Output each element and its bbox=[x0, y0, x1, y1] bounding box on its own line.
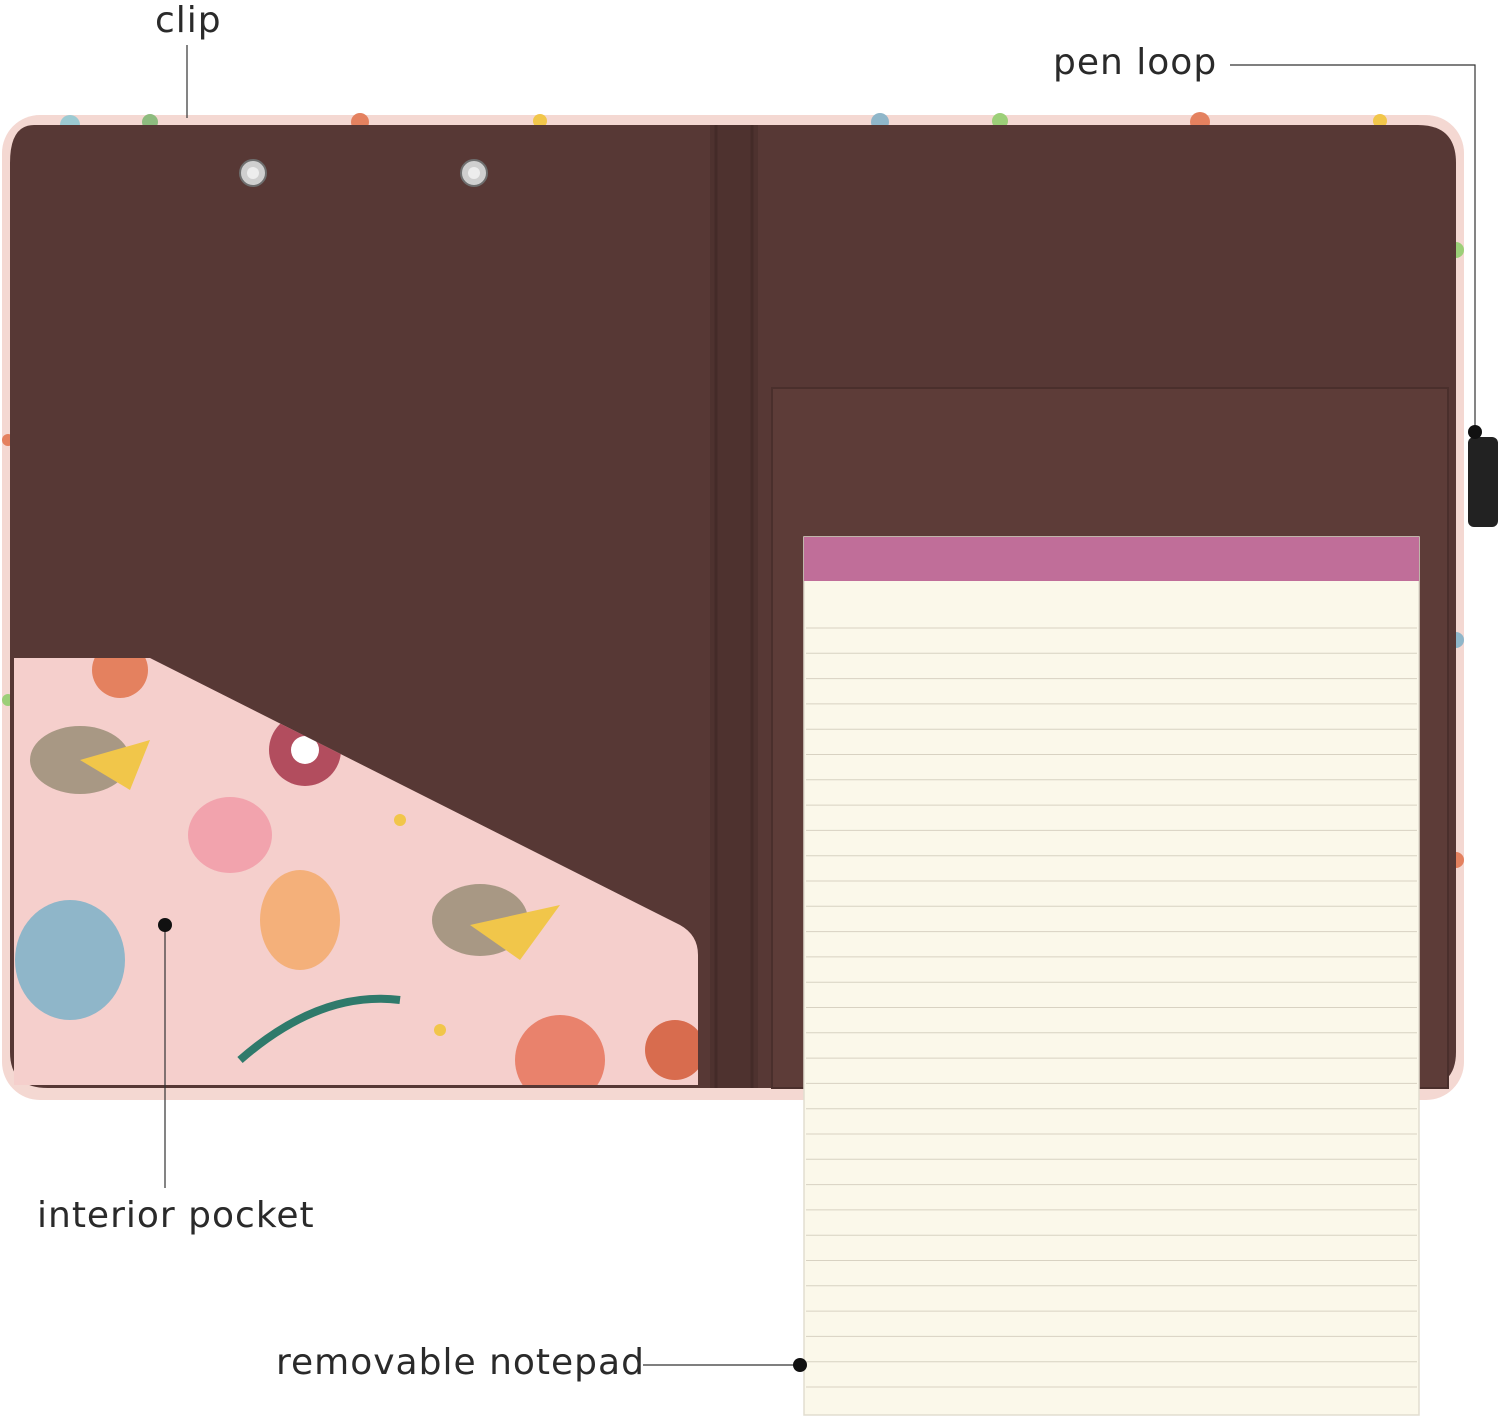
pen-loop bbox=[1468, 437, 1498, 527]
interior-pocket-label: interior pocket bbox=[37, 1195, 315, 1236]
notepad-header-strip bbox=[804, 537, 1419, 581]
clip-label: clip bbox=[155, 0, 222, 41]
notepad bbox=[803, 536, 1420, 1416]
spine bbox=[710, 125, 758, 1088]
removable-notepad-label: removable notepad bbox=[276, 1342, 645, 1383]
pen-loop-label: pen loop bbox=[1053, 42, 1218, 83]
